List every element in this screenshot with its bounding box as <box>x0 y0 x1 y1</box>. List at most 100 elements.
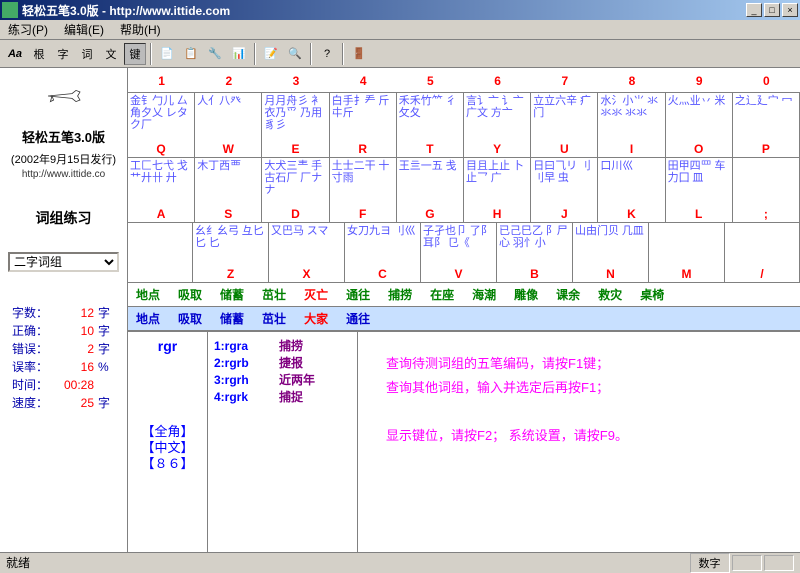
menu-edit[interactable]: 编辑(E) <box>60 19 108 40</box>
stats-value: 16 <box>54 358 94 376</box>
key-cell-T[interactable]: 禾禾竹⺮ 彳攵夂T <box>397 93 464 158</box>
tool-help-icon[interactable]: ? <box>316 43 338 65</box>
key-cell-S[interactable]: 木丁西覀S <box>195 158 262 223</box>
key-cell-I[interactable]: 水氵小⺌ 氺氺氺 氺氺I <box>598 93 665 158</box>
tool-icon-5[interactable]: 📝 <box>260 43 282 65</box>
key-cell-W[interactable]: 人亻八癶W <box>195 93 262 158</box>
tool-word[interactable]: 词 <box>76 43 98 65</box>
key-letter: U <box>560 142 569 156</box>
app-release-date: (2002年9月15日发行) <box>0 150 127 168</box>
key-letter: I <box>630 142 633 156</box>
number-cell: 2 <box>195 68 262 93</box>
key-cell-;[interactable]: ; <box>733 158 800 223</box>
tool-icon-3[interactable]: 🔧 <box>204 43 226 65</box>
tool-key[interactable]: 键 <box>124 43 146 65</box>
key-cell-H[interactable]: 目且上止 卜止乛 广H <box>464 158 531 223</box>
key-cell-M[interactable]: M <box>649 223 725 283</box>
key-cell-F[interactable]: 土士二干 十寸雨F <box>330 158 397 223</box>
key-cell-Y[interactable]: 言讠亠 讠亠广文 方亠Y <box>464 93 531 158</box>
minimize-button[interactable]: _ <box>746 3 762 17</box>
number-cell: 9 <box>666 68 733 93</box>
key-cell-B[interactable]: 已己巳乙 阝尸心 羽忄小B <box>497 223 573 283</box>
help-line: 查询其他词组，输入并选定后再按F1； <box>386 376 772 400</box>
target-word: 吸取 <box>178 286 202 303</box>
key-cell-R[interactable]: 白手扌龵 斤㐄斤R <box>330 93 397 158</box>
key-letter: A <box>157 207 166 221</box>
number-cell: 3 <box>262 68 329 93</box>
candidate-item[interactable]: 2:rgrb捷报 <box>214 355 351 372</box>
key-row-3: 幺纟幺弓 彑匕匕 匕Z又巴马 スマX女刀九ヨ 刂巛C子孑也卩 了阝耳阝 㔾《V已… <box>128 223 800 283</box>
wordtype-dropdown[interactable]: 二字词组 <box>8 252 119 272</box>
toolbar: Aa 根 字 词 文 键 📄 📋 🔧 📊 📝 🔍 ? 🚪 <box>0 40 800 68</box>
typed-word: 吸取 <box>178 310 202 327</box>
close-button[interactable]: × <box>782 3 798 17</box>
key-letter: K <box>627 207 636 221</box>
app-icon <box>2 2 18 18</box>
key-chars: 日曰⺄リ 刂刂早 虫 <box>533 160 595 184</box>
key-cell-/[interactable]: / <box>725 223 800 283</box>
key-cell-G[interactable]: 王亖一五 戋G <box>397 158 464 223</box>
status-left: 就绪 <box>6 554 688 571</box>
key-letter: L <box>695 207 702 221</box>
candidate-word: 捕捞 <box>279 338 303 355</box>
stats-unit <box>94 376 98 394</box>
key-cell-A[interactable]: 工匚七弋 戈艹廾卄 廾A <box>128 158 195 223</box>
tool-icon-4[interactable]: 📊 <box>228 43 250 65</box>
key-chars: 木丁西覀 <box>197 160 259 172</box>
tool-icon-2[interactable]: 📋 <box>180 43 202 65</box>
key-row-1: 金钅勹儿 厶角夕乂 レタク厂Q人亻八癶W月月舟彡 衤衣乃爫 乃用豸彡E白手扌龵 … <box>128 93 800 158</box>
typed-word: 地点 <box>136 310 160 327</box>
key-letter: D <box>291 207 300 221</box>
key-cell-E[interactable]: 月月舟彡 衤衣乃爫 乃用豸彡E <box>262 93 329 158</box>
stats-label: 字数： <box>12 304 54 322</box>
key-cell-L[interactable]: 田甲四罒 车力囗 皿L <box>666 158 733 223</box>
maximize-button[interactable]: □ <box>764 3 780 17</box>
candidate-item[interactable]: 3:rgrh近两年 <box>214 372 351 389</box>
number-cell: 4 <box>330 68 397 93</box>
key-cell-K[interactable]: 口川巛K <box>598 158 665 223</box>
stats-row: 正确：10字 <box>12 322 115 340</box>
target-word: 桌椅 <box>640 286 664 303</box>
number-cell: 7 <box>531 68 598 93</box>
tool-icon-1[interactable]: 📄 <box>156 43 178 65</box>
typed-word: 大家 <box>304 310 328 327</box>
key-letter: / <box>760 267 763 281</box>
tool-exit-icon[interactable]: 🚪 <box>348 43 370 65</box>
help-text: 查询待测词组的五笔编码，请按F1键；查询其他词组，输入并选定后再按F1； 显示键… <box>358 332 800 570</box>
candidate-code: 4:rgrk <box>214 389 269 406</box>
key-cell-U[interactable]: 立立六辛 疒门U <box>531 93 598 158</box>
candidate-item[interactable]: 4:rgrk捕捉 <box>214 389 351 406</box>
menu-bar: 练习(P) 编辑(E) 帮助(H) <box>0 20 800 40</box>
key-cell-[interactable] <box>128 223 193 283</box>
key-cell-D[interactable]: 大犬三龶 手古石厂 厂ナナD <box>262 158 329 223</box>
tool-text[interactable]: 文 <box>100 43 122 65</box>
menu-practice[interactable]: 练习(P) <box>4 19 52 40</box>
stats-label: 时间： <box>12 376 54 394</box>
menu-help[interactable]: 帮助(H) <box>116 19 165 40</box>
tool-icon-6[interactable]: 🔍 <box>284 43 306 65</box>
key-cell-Q[interactable]: 金钅勹儿 厶角夕乂 レタク厂Q <box>128 93 195 158</box>
key-cell-O[interactable]: 火灬业丷 米O <box>666 93 733 158</box>
key-chars: 之辶廴宀 冖 <box>735 95 797 107</box>
target-word: 在座 <box>430 286 454 303</box>
key-cell-X[interactable]: 又巴马 スマX <box>269 223 345 283</box>
key-cell-P[interactable]: 之辶廴宀 冖P <box>733 93 800 158</box>
tool-char[interactable]: 字 <box>52 43 74 65</box>
candidate-item[interactable]: 1:rgra捕捞 <box>214 338 351 355</box>
candidate-word: 近两年 <box>279 372 315 389</box>
target-word: 地点 <box>136 286 160 303</box>
input-panel: rgr 【全角】【中文】【８６】 <box>128 332 208 570</box>
key-cell-V[interactable]: 子孑也卩 了阝耳阝 㔾《V <box>421 223 497 283</box>
key-cell-J[interactable]: 日曰⺄リ 刂刂早 虫J <box>531 158 598 223</box>
tool-root[interactable]: 根 <box>28 43 50 65</box>
tool-aa[interactable]: Aa <box>4 43 26 65</box>
candidate-word: 捷报 <box>279 355 303 372</box>
key-cell-C[interactable]: 女刀九ヨ 刂巛C <box>345 223 421 283</box>
key-chars: 月月舟彡 衤衣乃爫 乃用豸彡 <box>264 95 326 131</box>
key-cell-N[interactable]: 山由门贝 几皿N <box>573 223 649 283</box>
key-chars: 目且上止 卜止乛 广 <box>466 160 528 184</box>
key-cell-Z[interactable]: 幺纟幺弓 彑匕匕 匕Z <box>193 223 269 283</box>
stats-value: 2 <box>54 340 94 358</box>
window-title: 轻松五笔3.0版 - http://www.ittide.com <box>22 2 746 19</box>
key-letter: F <box>359 207 366 221</box>
